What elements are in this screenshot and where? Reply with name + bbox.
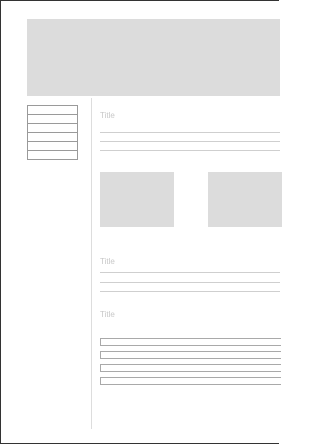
text-line-placeholder (100, 282, 280, 283)
input-line-placeholder[interactable] (100, 377, 281, 385)
header-image-placeholder (27, 19, 280, 96)
sidebar-item[interactable] (28, 142, 77, 151)
sidebar-nav (27, 105, 78, 160)
input-line-placeholder[interactable] (100, 364, 281, 372)
text-line-placeholder (100, 150, 280, 151)
text-line-placeholder (100, 141, 280, 142)
text-line-placeholder (100, 291, 280, 292)
wireframe-page: Title Title Title (0, 0, 282, 444)
section-title: Title (100, 111, 115, 120)
column-divider (91, 98, 92, 429)
input-line-placeholder[interactable] (100, 351, 281, 359)
sidebar-item[interactable] (28, 124, 77, 133)
text-line-placeholder (100, 272, 280, 273)
sidebar-item[interactable] (28, 133, 77, 142)
sidebar-item[interactable] (28, 115, 77, 124)
image-placeholder (208, 172, 282, 227)
section-title: Title (100, 310, 115, 319)
image-placeholder (100, 172, 174, 227)
input-line-placeholder[interactable] (100, 338, 281, 346)
sidebar-item[interactable] (28, 106, 77, 115)
sidebar-item[interactable] (28, 151, 77, 160)
section-title: Title (100, 257, 115, 266)
text-line-placeholder (100, 132, 280, 133)
